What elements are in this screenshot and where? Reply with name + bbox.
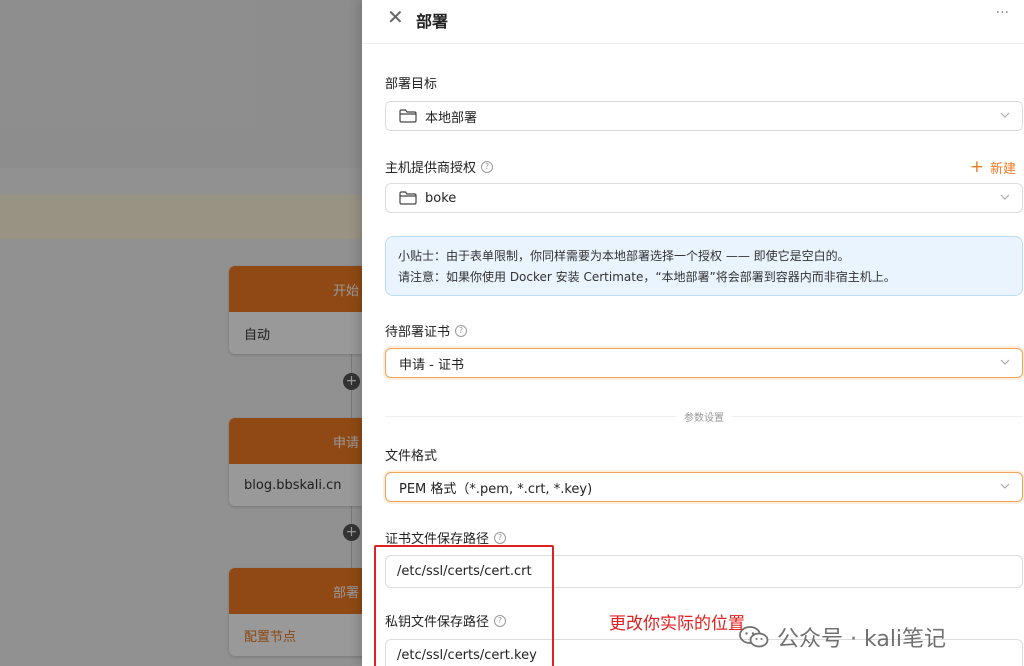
certificate-value: 申请 - 证书 [399, 357, 464, 373]
provider-label: 主机提供商授权 ? [385, 157, 494, 176]
file-format-value: PEM 格式（*.pem, *.crt, *.key) [399, 481, 593, 497]
help-icon[interactable]: ? [494, 614, 507, 627]
cert-path-input[interactable]: /etc/ssl/certs/cert.crt [385, 555, 1023, 588]
deploy-target-value: 本地部署 [425, 110, 478, 126]
file-format-label: 文件格式 [385, 445, 437, 464]
modal-overlay[interactable] [0, 0, 362, 666]
certificate-label-text: 待部署证书 [385, 325, 451, 340]
tip-line-2: 请注意：如果你使用 Docker 安装 Certimate，“本地部署”将会部署… [398, 270, 896, 284]
cert-path-value: /etc/ssl/certs/cert.crt [397, 564, 532, 579]
file-format-label-text: 文件格式 [385, 449, 438, 464]
key-path-value: /etc/ssl/certs/cert.key [397, 648, 537, 663]
tip-line-1: 小贴士：由于表单限制，你同样需要为本地部署选择一个授权 —— 即使它是空白的。 [398, 249, 850, 263]
folder-icon [399, 191, 417, 205]
file-format-select[interactable]: PEM 格式（*.pem, *.crt, *.key) [385, 472, 1023, 502]
key-path-label-text: 私钥文件保存路径 [385, 615, 490, 630]
chevron-down-icon [1000, 194, 1010, 200]
chevron-down-icon [1000, 483, 1010, 489]
watermark-text: 公众号 · kali笔记 [777, 627, 947, 652]
help-icon[interactable]: ? [455, 324, 468, 337]
params-divider-text: 参数设置 [676, 409, 732, 424]
deploy-target-label-text: 部署目标 [385, 77, 438, 92]
help-icon[interactable]: ? [481, 160, 494, 173]
provider-select[interactable]: boke [385, 183, 1023, 213]
cert-path-label: 证书文件保存路径 ? [385, 528, 507, 547]
new-provider-button[interactable]: + 新建 [970, 157, 1016, 177]
wechat-icon [739, 626, 769, 648]
certificate-label: 待部署证书 ? [385, 321, 468, 340]
provider-value: boke [425, 190, 457, 206]
help-icon[interactable]: ? [494, 531, 507, 544]
provider-label-text: 主机提供商授权 [385, 161, 477, 176]
new-provider-label: 新建 [989, 161, 1016, 177]
tip-alert: 小贴士：由于表单限制，你同样需要为本地部署选择一个授权 —— 即使它是空白的。 … [385, 236, 1023, 296]
plus-icon: + [969, 157, 984, 177]
drawer-header: ✕ 部署 ··· [362, 0, 1024, 44]
key-path-label: 私钥文件保存路径 ? [385, 611, 507, 630]
more-icon[interactable]: ··· [996, 5, 1009, 21]
annotation-text: 更改你实际的位置 [609, 614, 745, 634]
watermark: 公众号 · kali笔记 [739, 621, 946, 653]
deploy-target-label: 部署目标 [385, 73, 437, 92]
deploy-target-select[interactable]: 本地部署 [385, 101, 1023, 131]
chevron-down-icon [1000, 359, 1010, 365]
deploy-drawer: ✕ 部署 ··· 部署目标 本地部署 主机提供商授权 ? + 新建 boke 小… [362, 0, 1024, 666]
chevron-down-icon [1000, 112, 1010, 118]
cert-path-label-text: 证书文件保存路径 [385, 532, 490, 547]
certificate-select[interactable]: 申请 - 证书 [385, 348, 1023, 378]
folder-icon [399, 109, 417, 123]
drawer-title: 部署 [416, 12, 449, 31]
close-icon[interactable]: ✕ [387, 5, 404, 29]
